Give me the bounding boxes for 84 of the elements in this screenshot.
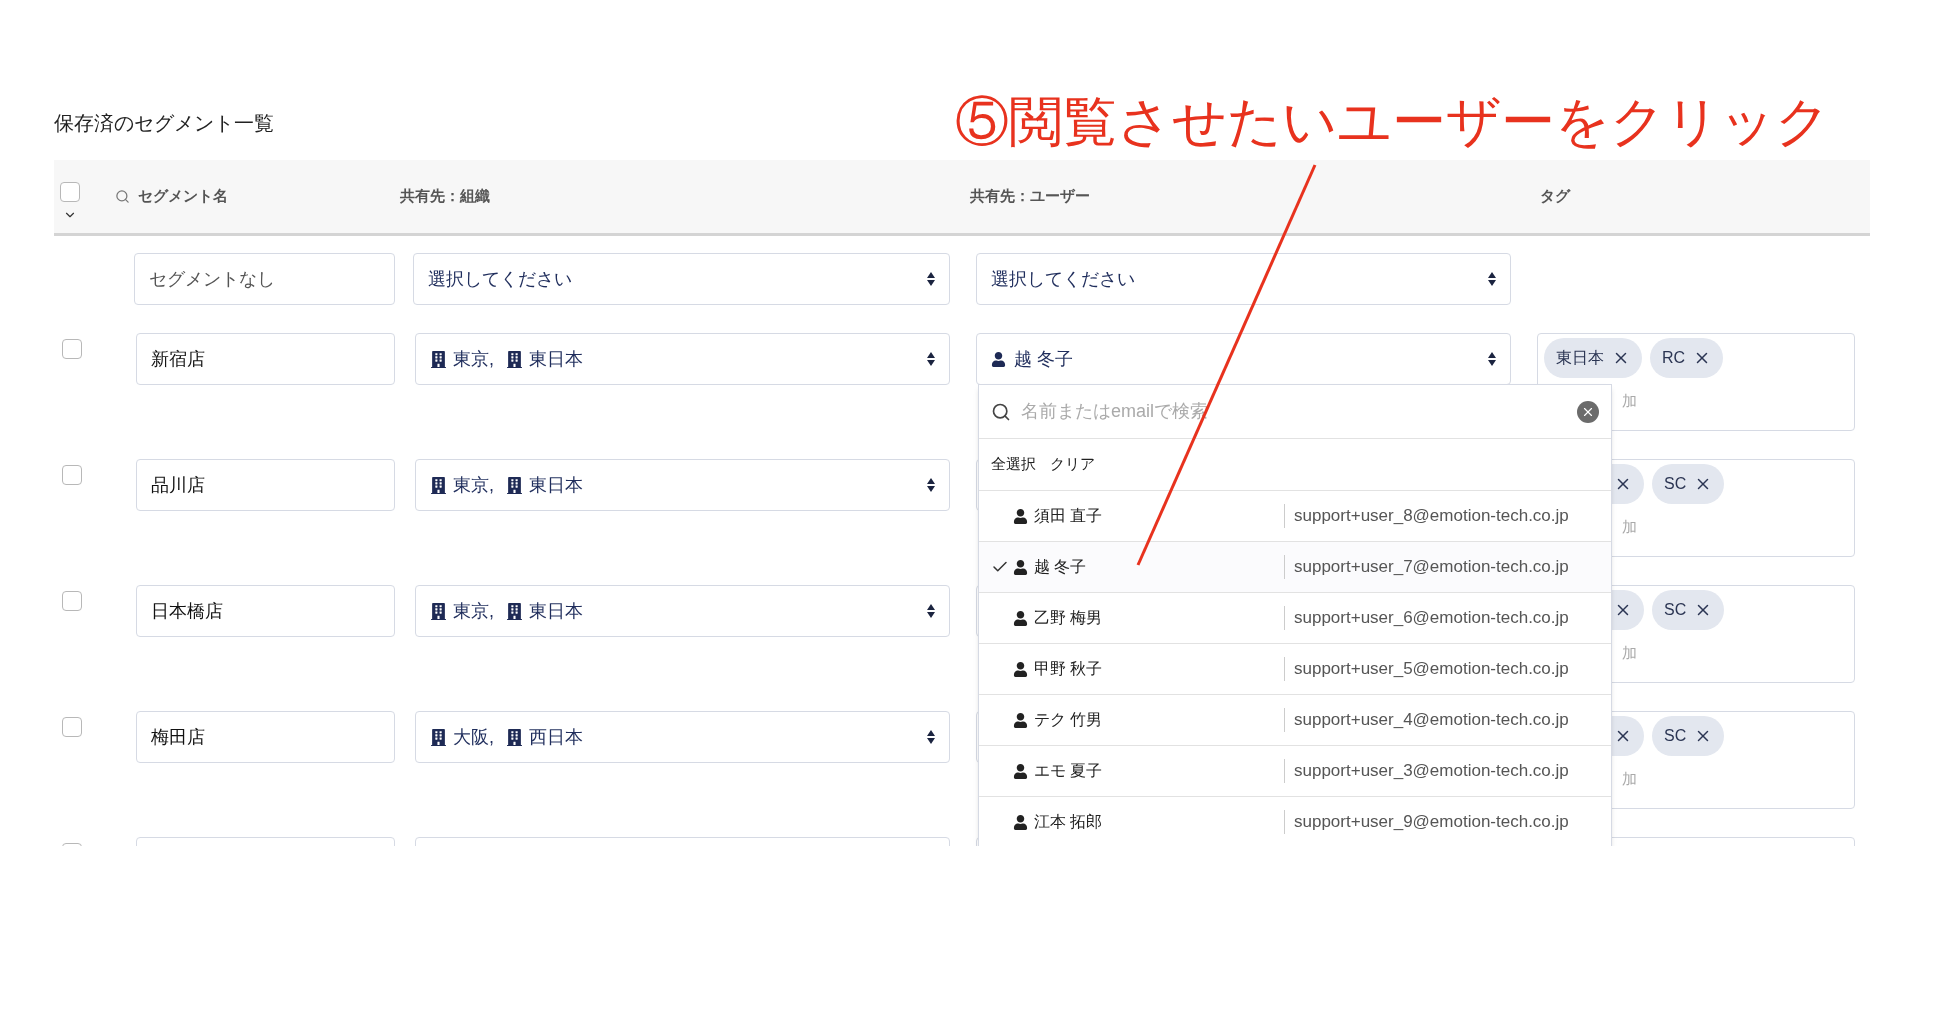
sort-caret-icon bbox=[1488, 271, 1496, 287]
segment-name-field[interactable]: 新宿店 bbox=[136, 333, 395, 385]
sort-caret-icon bbox=[927, 351, 935, 367]
sort-caret-icon bbox=[927, 271, 935, 287]
search-icon[interactable] bbox=[115, 189, 130, 204]
organization-select[interactable]: 大阪, 西日本 bbox=[415, 711, 950, 763]
user-select[interactable]: 越 冬子 bbox=[976, 333, 1511, 385]
organization-name: 西日本 bbox=[529, 725, 583, 749]
annotation-text: ⑤閲覧させたいユーザーをクリック bbox=[955, 90, 1830, 153]
person-icon bbox=[1013, 559, 1028, 575]
user-name: テク 竹男 bbox=[1034, 710, 1104, 730]
user-email: support+user_9@emotion-tech.co.jp bbox=[1294, 811, 1569, 834]
user-name: 江本 拓郎 bbox=[1034, 812, 1104, 832]
user-option[interactable]: エモ 夏子 support+user_3@emotion-tech.co.jp bbox=[979, 746, 1611, 797]
building-icon bbox=[430, 728, 447, 746]
tag-input-placeholder: 加 bbox=[1622, 517, 1637, 537]
checkbox[interactable] bbox=[60, 181, 80, 202]
user-option[interactable]: 江本 拓郎 support+user_9@emotion-tech.co.jp bbox=[979, 797, 1611, 846]
user-email: support+user_7@emotion-tech.co.jp bbox=[1294, 556, 1569, 579]
building-icon bbox=[506, 728, 523, 746]
organization-select[interactable]: 東京, 東日本 bbox=[415, 585, 950, 637]
organization-filter-select[interactable]: 選択してください bbox=[413, 253, 950, 305]
column-header: セグメント名 bbox=[138, 186, 228, 207]
tag-chip: SC bbox=[1652, 590, 1725, 630]
person-icon bbox=[1013, 508, 1028, 524]
user-name: 越 冬子 bbox=[1034, 557, 1088, 577]
segment-filter-field[interactable]: セグメントなし bbox=[134, 253, 395, 305]
sort-caret-icon bbox=[927, 603, 935, 619]
organization-name: 大阪, bbox=[453, 725, 494, 749]
tag-chip: SC bbox=[1652, 716, 1725, 756]
checkbox[interactable] bbox=[62, 339, 82, 359]
user-name: 須田 直子 bbox=[1034, 506, 1104, 526]
tag-chip: SC bbox=[1652, 464, 1725, 504]
person-icon bbox=[1013, 763, 1028, 779]
search-icon bbox=[991, 401, 1011, 422]
checkbox[interactable] bbox=[62, 591, 82, 611]
building-icon bbox=[430, 350, 447, 368]
user-option[interactable]: 越 冬子 support+user_7@emotion-tech.co.jp bbox=[979, 542, 1611, 593]
building-icon bbox=[506, 476, 523, 494]
organization-name: 東日本 bbox=[529, 473, 583, 497]
checkbox[interactable] bbox=[62, 465, 82, 485]
organization-name: 東京, bbox=[453, 599, 494, 623]
organization-name: 東日本 bbox=[529, 599, 583, 623]
person-icon bbox=[991, 351, 1006, 367]
user-name: エモ 夏子 bbox=[1034, 761, 1104, 781]
user-filter-select[interactable]: 選択してください bbox=[976, 253, 1511, 305]
building-icon bbox=[430, 476, 447, 494]
segment-name-field[interactable]: 品川店 bbox=[136, 459, 395, 511]
sort-caret-icon bbox=[927, 729, 935, 745]
organization-select[interactable]: 東京, 東日本 bbox=[415, 333, 950, 385]
clear-icon[interactable] bbox=[1577, 400, 1599, 423]
sort-caret-icon bbox=[927, 477, 935, 493]
organization-select[interactable]: 東京, 東日本 bbox=[415, 459, 950, 511]
organization-name: 東京, bbox=[453, 473, 494, 497]
column-header: タグ bbox=[1540, 186, 1570, 207]
building-icon bbox=[506, 350, 523, 368]
user-option[interactable]: 乙野 梅男 support+user_6@emotion-tech.co.jp bbox=[979, 593, 1611, 644]
person-icon bbox=[1013, 610, 1028, 626]
tag-input-placeholder: 加 bbox=[1622, 391, 1637, 411]
organization-name: 東京, bbox=[453, 347, 494, 371]
person-icon bbox=[1013, 814, 1028, 830]
tag-input-placeholder: 加 bbox=[1622, 769, 1637, 789]
organization-name: 東日本 bbox=[529, 347, 583, 371]
column-header: 共有先：ユーザー bbox=[970, 186, 1090, 207]
tag-chip: RC bbox=[1650, 338, 1724, 378]
user-option[interactable]: 須田 直子 support+user_8@emotion-tech.co.jp bbox=[979, 491, 1611, 542]
user-option[interactable]: 甲野 秋子 support+user_5@emotion-tech.co.jp bbox=[979, 644, 1611, 695]
building-icon bbox=[430, 602, 447, 620]
checkbox[interactable] bbox=[62, 717, 82, 737]
tag-chip: 東日本 bbox=[1544, 338, 1642, 378]
person-icon bbox=[1013, 712, 1028, 728]
dropdown-action-link[interactable]: 全選択 bbox=[991, 453, 1036, 476]
sort-caret-icon bbox=[1488, 351, 1496, 367]
tag-input-placeholder: 加 bbox=[1622, 643, 1637, 663]
column-header: 共有先：組織 bbox=[400, 186, 490, 207]
segment-name-field[interactable]: 日本橋店 bbox=[136, 585, 395, 637]
building-icon bbox=[506, 602, 523, 620]
segment-name-field[interactable]: 梅田店 bbox=[136, 711, 395, 763]
user-name: 乙野 梅男 bbox=[1034, 608, 1104, 628]
person-icon bbox=[1013, 661, 1028, 677]
page-title: 保存済のセグメント一覧 bbox=[54, 111, 274, 136]
dropdown-action-link[interactable]: クリア bbox=[1050, 453, 1095, 476]
user-option[interactable]: テク 竹男 support+user_4@emotion-tech.co.jp bbox=[979, 695, 1611, 746]
user-name: 甲野 秋子 bbox=[1034, 659, 1104, 679]
